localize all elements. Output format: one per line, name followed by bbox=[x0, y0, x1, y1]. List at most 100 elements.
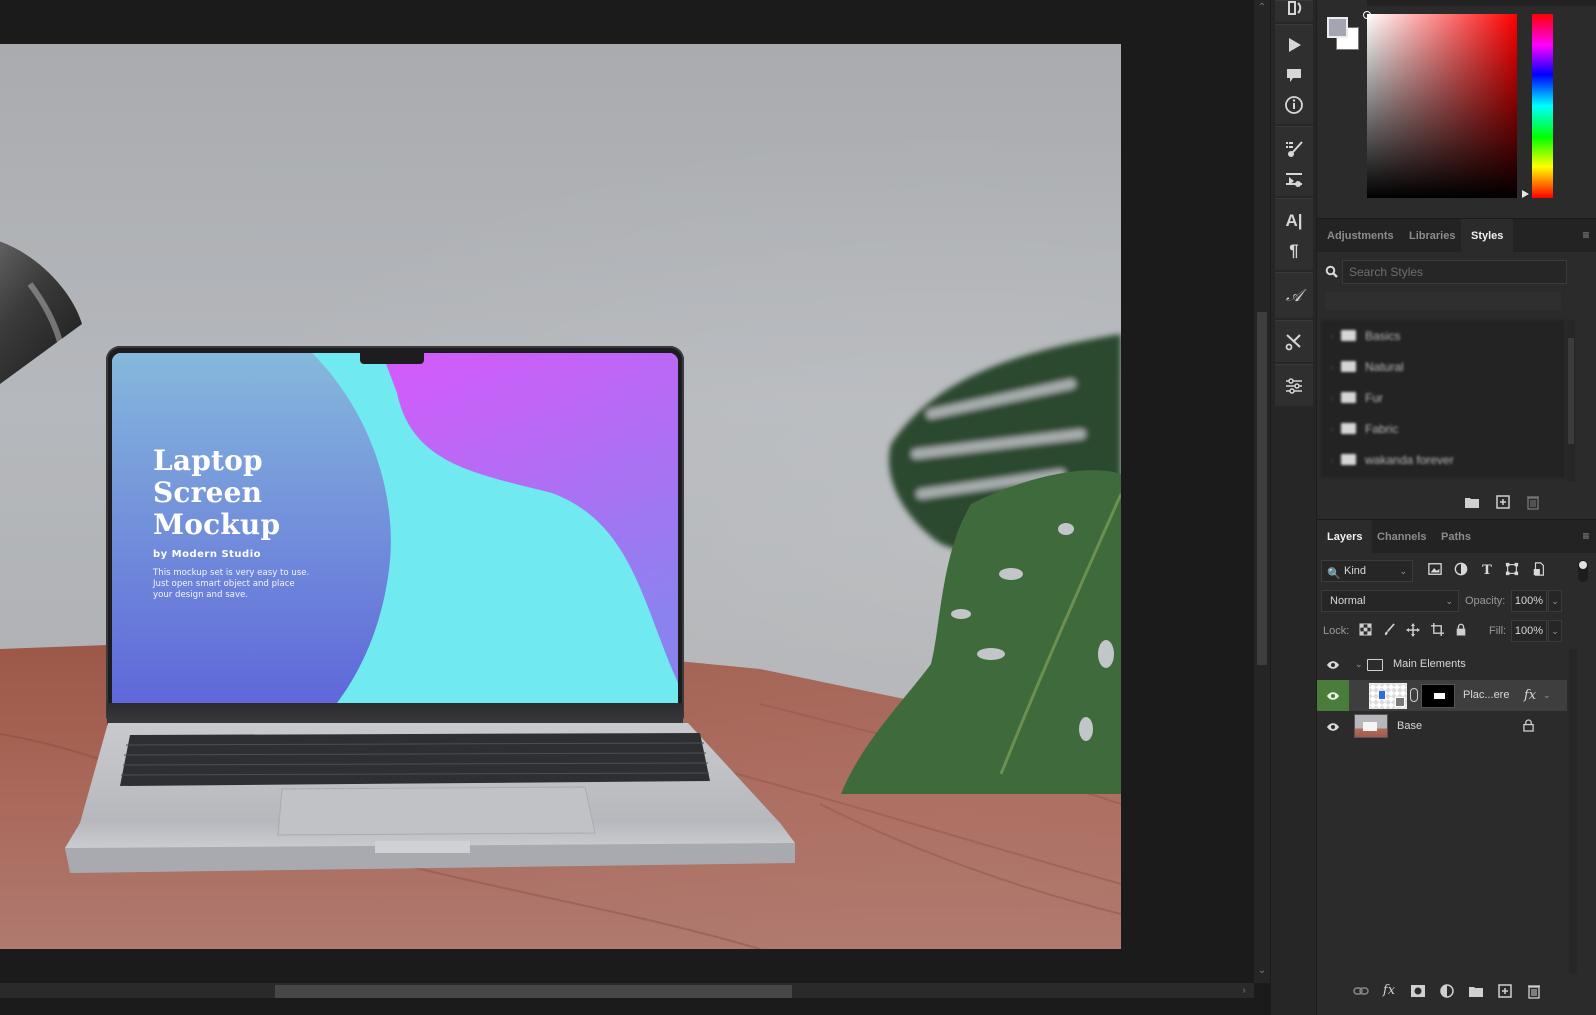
style-folder-item[interactable]: › Fur bbox=[1321, 382, 1565, 413]
visibility-eye-icon[interactable] bbox=[1317, 680, 1349, 711]
adjustment-layer-filter-icon[interactable] bbox=[1452, 562, 1470, 580]
style-folder-item[interactable]: › wakanda forever bbox=[1321, 444, 1565, 475]
link-layers-icon[interactable] bbox=[1353, 983, 1369, 999]
laptop-mockup: Laptop Screen Mockup by Modern Studio Th… bbox=[60, 346, 800, 886]
tab-adjustments[interactable]: Adjustments bbox=[1317, 219, 1404, 253]
tab-layers[interactable]: Layers bbox=[1317, 520, 1373, 554]
folder-icon bbox=[1341, 392, 1356, 403]
scroll-up-button[interactable]: ⌃ bbox=[1254, 0, 1270, 16]
new-group-icon[interactable] bbox=[1464, 494, 1480, 510]
tab-channels[interactable]: Channels bbox=[1367, 520, 1437, 554]
canvas-area[interactable]: Laptop Screen Mockup by Modern Studio Th… bbox=[0, 0, 1270, 1000]
smart-object-filter-icon[interactable] bbox=[1530, 562, 1548, 580]
tool-presets-icon[interactable] bbox=[1275, 328, 1313, 356]
paragraph-icon[interactable]: ¶ bbox=[1275, 237, 1313, 265]
panel-menu-icon[interactable]: ≡ bbox=[1579, 529, 1593, 543]
panel-menu-icon[interactable]: ≡ bbox=[1579, 228, 1593, 242]
properties-icon[interactable] bbox=[1275, 372, 1313, 400]
opacity-field[interactable]: 100% bbox=[1511, 590, 1547, 612]
chevron-right-icon[interactable]: › bbox=[1325, 331, 1339, 341]
layer-filter-toggle[interactable] bbox=[1578, 560, 1588, 582]
new-group-icon[interactable] bbox=[1468, 983, 1484, 999]
styles-preview-strip bbox=[1325, 292, 1561, 310]
panel-icon-strip: A| ¶ 𝒜 bbox=[1270, 0, 1316, 1015]
search-styles-input[interactable] bbox=[1342, 260, 1567, 284]
history-brush-icon[interactable] bbox=[1275, 0, 1313, 23]
smart-object-thumbnail[interactable] bbox=[1369, 683, 1407, 709]
info-icon[interactable] bbox=[1275, 91, 1313, 119]
glyphs-icon[interactable]: 𝒜 bbox=[1275, 282, 1313, 310]
layers-scrollbar[interactable] bbox=[1569, 649, 1577, 979]
character-icon[interactable]: A| bbox=[1275, 207, 1313, 235]
mask-link-icon[interactable] bbox=[1410, 688, 1418, 702]
chevron-right-icon[interactable]: › bbox=[1325, 362, 1339, 372]
add-mask-icon[interactable] bbox=[1410, 983, 1426, 999]
add-layer-style-icon[interactable]: fx bbox=[1381, 983, 1397, 999]
chevron-right-icon[interactable]: › bbox=[1325, 393, 1339, 403]
foreground-color-swatch[interactable] bbox=[1327, 17, 1348, 38]
style-folder-item[interactable]: › Natural bbox=[1321, 351, 1565, 382]
layer-mask-thumbnail[interactable] bbox=[1421, 684, 1455, 708]
scroll-down-button[interactable]: ⌄ bbox=[1254, 963, 1270, 979]
layer-row-main-elements[interactable]: ⌄ Main Elements bbox=[1317, 649, 1567, 680]
new-style-icon[interactable] bbox=[1495, 494, 1511, 510]
saturation-value-field[interactable] bbox=[1367, 14, 1517, 198]
opacity-dropdown[interactable]: ⌄ bbox=[1548, 590, 1562, 612]
layers-panel-tabs: Layers Channels Paths ≡ bbox=[1317, 519, 1596, 554]
filter-kind-select[interactable]: 🔍 Kind ⌄ bbox=[1321, 560, 1413, 582]
layer-thumbnail[interactable] bbox=[1354, 714, 1388, 738]
chevron-right-icon[interactable]: › bbox=[1325, 455, 1339, 465]
comment-icon[interactable] bbox=[1275, 61, 1313, 89]
scroll-right-button[interactable]: › bbox=[1236, 983, 1252, 998]
horizontal-scroll-thumb[interactable] bbox=[275, 985, 792, 998]
new-adjustment-layer-icon[interactable] bbox=[1439, 983, 1455, 999]
visibility-eye-icon[interactable] bbox=[1317, 711, 1349, 742]
lock-position-icon[interactable] bbox=[1405, 623, 1421, 639]
blend-row: Normal ⌄ Opacity: 100% ⌄ bbox=[1321, 590, 1591, 612]
tab-libraries[interactable]: Libraries bbox=[1399, 219, 1465, 253]
lock-transparent-pixels-icon[interactable] bbox=[1357, 623, 1373, 639]
visibility-eye-icon[interactable] bbox=[1317, 649, 1349, 680]
chevron-down-icon[interactable]: ⌄ bbox=[1543, 680, 1551, 711]
lock-image-pixels-icon[interactable] bbox=[1381, 623, 1397, 639]
style-folder-item[interactable]: › Basics bbox=[1321, 320, 1565, 351]
delete-style-icon[interactable] bbox=[1525, 494, 1541, 510]
tab-styles[interactable]: Styles bbox=[1461, 219, 1514, 253]
vertical-scroll-thumb[interactable] bbox=[1257, 312, 1267, 665]
delete-layer-icon[interactable] bbox=[1526, 983, 1542, 999]
chevron-down-icon[interactable]: ⌄ bbox=[1355, 649, 1363, 680]
styles-scroll-thumb[interactable] bbox=[1568, 338, 1574, 444]
brush-presets-icon[interactable] bbox=[1275, 135, 1313, 163]
screen-byline: by Modern Studio bbox=[153, 549, 262, 560]
fx-icon[interactable]: fx bbox=[1524, 680, 1536, 711]
color-picker-handle[interactable] bbox=[1363, 11, 1371, 19]
hue-slider-marker[interactable] bbox=[1522, 190, 1529, 198]
lock-all-icon[interactable] bbox=[1453, 623, 1469, 639]
document-canvas[interactable]: Laptop Screen Mockup by Modern Studio Th… bbox=[0, 44, 1121, 949]
chevron-right-icon[interactable]: › bbox=[1325, 424, 1339, 434]
brush-settings-icon[interactable] bbox=[1275, 165, 1313, 193]
fill-field[interactable]: 100% bbox=[1511, 620, 1547, 642]
style-folder-item[interactable]: › Fabric bbox=[1321, 413, 1565, 444]
layers-panel: 🔍 Kind ⌄ T Normal ⌄ Opacity: 100% ⌄ Lock… bbox=[1317, 553, 1596, 1015]
lock-artboard-icon[interactable] bbox=[1429, 623, 1445, 639]
play-icon[interactable] bbox=[1275, 31, 1313, 59]
layer-filter-row: 🔍 Kind ⌄ T bbox=[1321, 560, 1591, 584]
styles-search bbox=[1325, 260, 1589, 284]
horizontal-scrollbar[interactable]: › bbox=[0, 983, 1254, 998]
tab-paths[interactable]: Paths bbox=[1431, 520, 1481, 554]
styles-footer bbox=[1317, 484, 1596, 520]
hue-slider[interactable] bbox=[1532, 14, 1553, 198]
layer-row-placeholder[interactable]: Plac...ere fx ⌄ bbox=[1317, 680, 1567, 711]
type-layer-filter-icon[interactable]: T bbox=[1478, 562, 1496, 580]
fill-dropdown[interactable]: ⌄ bbox=[1548, 620, 1562, 642]
styles-scrollbar[interactable] bbox=[1567, 320, 1575, 482]
layer-row-base[interactable]: Base bbox=[1317, 711, 1567, 742]
vertical-scrollbar[interactable]: ⌃ ⌄ bbox=[1254, 0, 1270, 983]
pixel-layer-filter-icon[interactable] bbox=[1426, 562, 1444, 580]
new-layer-icon[interactable] bbox=[1497, 983, 1513, 999]
screen-title: Laptop Screen Mockup bbox=[153, 444, 281, 541]
shape-layer-filter-icon[interactable] bbox=[1503, 562, 1521, 580]
photoshop-window: Laptop Screen Mockup by Modern Studio Th… bbox=[0, 0, 1596, 1015]
blend-mode-select[interactable]: Normal ⌄ bbox=[1321, 590, 1459, 612]
